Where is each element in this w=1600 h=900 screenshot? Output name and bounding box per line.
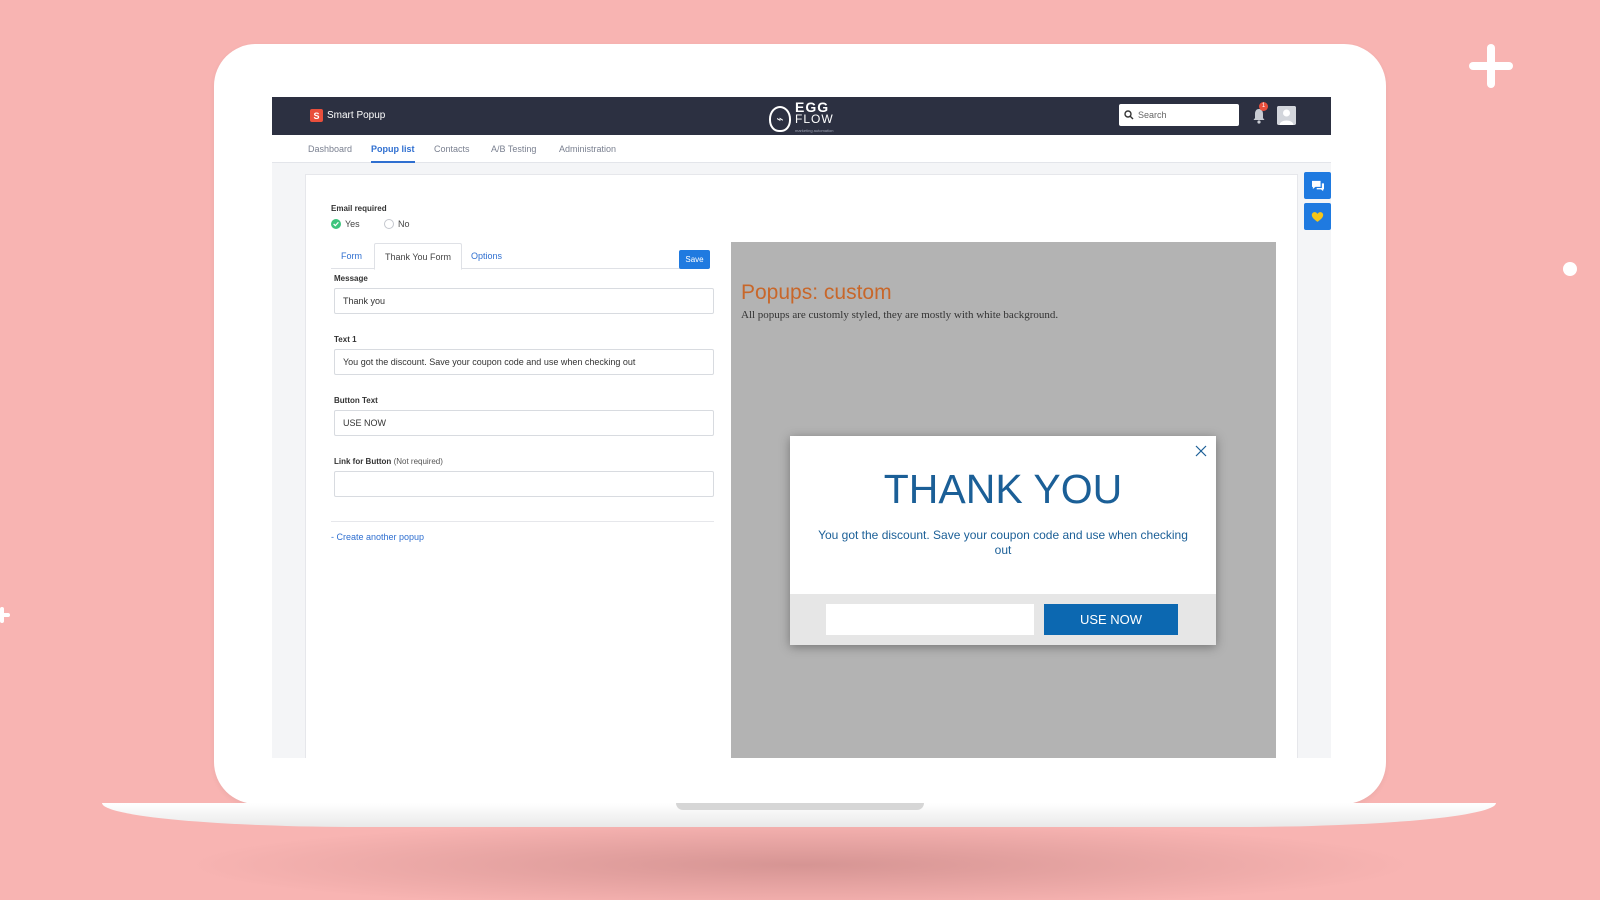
favorite-button[interactable] xyxy=(1304,203,1331,230)
nav-popup-list[interactable]: Popup list xyxy=(371,135,415,163)
check-icon xyxy=(331,219,341,229)
popup-editor-card: Email required Yes No Form Thank You For… xyxy=(305,174,1298,758)
laptop-notch xyxy=(676,803,924,810)
notification-badge: 1 xyxy=(1259,102,1268,111)
radio-unselected xyxy=(384,219,394,229)
link-label-text: Link for Button xyxy=(334,457,392,466)
radio-email-no[interactable]: No xyxy=(384,219,410,229)
chat-icon xyxy=(1311,180,1324,191)
avatar[interactable] xyxy=(1277,106,1296,125)
logo-bottom: FLOW xyxy=(795,112,834,126)
smart-popup-icon: S xyxy=(310,109,323,122)
decorative-plus-icon xyxy=(1469,44,1513,88)
tab-thank-you-form[interactable]: Thank You Form xyxy=(374,243,463,270)
tab-options[interactable]: Options xyxy=(461,243,512,269)
decorative-dot xyxy=(1563,262,1577,276)
preview-title: Popups: custom xyxy=(741,281,892,304)
message-input[interactable] xyxy=(334,288,714,314)
text1-label: Text 1 xyxy=(334,335,357,344)
laptop-shadow xyxy=(180,820,1420,900)
egg-flow-logo-icon: ⌁ xyxy=(769,106,791,132)
heart-icon xyxy=(1311,211,1324,222)
radio-yes-label: Yes xyxy=(345,219,360,229)
nav-dashboard[interactable]: Dashboard xyxy=(308,135,352,163)
link-input[interactable] xyxy=(334,471,714,497)
popup-input[interactable] xyxy=(826,604,1034,635)
save-button[interactable]: Save xyxy=(679,250,710,269)
link-label: Link for Button (Not required) xyxy=(334,457,443,466)
form-tabs: Form Thank You Form Options xyxy=(331,243,708,270)
divider xyxy=(331,521,714,522)
egg-flow-wordmark: EGG FLOW marketing automation xyxy=(795,100,834,137)
search-box[interactable] xyxy=(1119,104,1239,126)
radio-email-yes[interactable]: Yes xyxy=(331,219,360,229)
close-icon[interactable] xyxy=(1195,445,1207,457)
popup-title: THANK YOU xyxy=(883,466,1123,512)
app-screen: S Smart Popup ⌁ EGG FLOW marketing autom… xyxy=(272,97,1331,758)
top-bar: S Smart Popup ⌁ EGG FLOW marketing autom… xyxy=(272,97,1331,135)
preview-description: All popups are customly styled, they are… xyxy=(741,309,1059,321)
popup-preview: Popups: custom All popups are customly s… xyxy=(731,242,1276,758)
chat-button[interactable] xyxy=(1304,172,1331,199)
avatar-icon xyxy=(1277,106,1296,125)
popup-footer: USE NOW xyxy=(790,594,1216,645)
use-now-button[interactable]: USE NOW xyxy=(1044,604,1178,635)
link-label-hint: (Not required) xyxy=(393,457,443,466)
create-popup-link[interactable]: - Create another popup xyxy=(331,532,424,542)
tab-form[interactable]: Form xyxy=(331,243,372,269)
text1-input[interactable] xyxy=(334,349,714,375)
main-nav: Dashboard Popup list Contacts A/B Testin… xyxy=(272,135,1331,163)
message-label: Message xyxy=(334,274,368,283)
radio-no-label: No xyxy=(398,219,410,229)
nav-contacts[interactable]: Contacts xyxy=(434,135,470,163)
popup-text: You got the discount. Save your coupon c… xyxy=(818,528,1188,557)
brand[interactable]: S Smart Popup xyxy=(310,109,385,122)
button-text-input[interactable] xyxy=(334,410,714,436)
egg-flow-logo: ⌁ EGG FLOW marketing automation xyxy=(769,100,834,137)
nav-administration[interactable]: Administration xyxy=(559,135,616,163)
button-text-label: Button Text xyxy=(334,396,378,405)
email-required-label: Email required xyxy=(331,204,387,213)
search-icon xyxy=(1124,110,1134,120)
search-input[interactable] xyxy=(1138,110,1233,120)
nav-ab-testing[interactable]: A/B Testing xyxy=(491,135,536,163)
thank-you-popup: THANK YOU You got the discount. Save you… xyxy=(790,436,1216,645)
decorative-plus-small-icon xyxy=(0,607,10,623)
app-name: Smart Popup xyxy=(327,110,386,121)
